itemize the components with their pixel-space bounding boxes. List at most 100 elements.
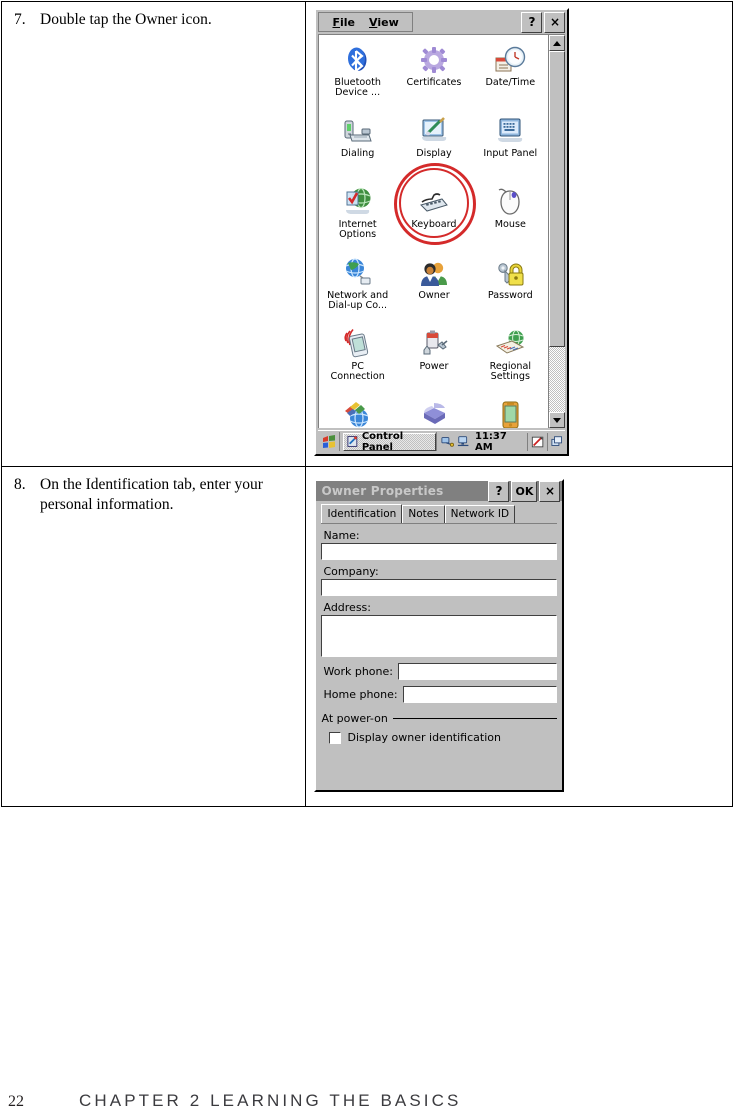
step-7-body: Double tap the Owner icon. — [40, 11, 212, 28]
icon-grid: Bluetooth Device ... Certificates Date/Tim… — [319, 35, 548, 428]
windows-tray-icon[interactable] — [551, 435, 564, 449]
scroll-up-icon — [553, 40, 562, 46]
close-button[interactable]: × — [544, 11, 566, 33]
certificates-icon-label: Certificates — [406, 77, 462, 88]
key-lock-icon — [494, 253, 526, 289]
scroll-down-icon — [553, 417, 562, 423]
step-7-image-cell: File View ? × Bluetooth Device ... Certif… — [305, 1, 733, 467]
step-8-body: On the Identification tab, enter your pe… — [40, 476, 263, 513]
power-icon[interactable]: Power — [396, 324, 472, 395]
display-owner-identification-label: Display owner identification — [347, 731, 501, 744]
internet-options-icon-label: Internet Options — [338, 219, 377, 241]
internet-options-icon[interactable]: Internet Options — [319, 182, 395, 253]
storage-manager-icon[interactable]: Storage Manager — [396, 395, 472, 428]
tray-separator-2 — [547, 432, 549, 451]
control-panel-screenshot: File View ? × Bluetooth Device ... Certif… — [306, 2, 732, 466]
password-icon-label: Password — [487, 290, 533, 301]
mouse-icon[interactable]: Mouse — [472, 182, 548, 253]
at-power-on-group-header: At power-on — [321, 712, 558, 725]
group-divider-line — [392, 717, 558, 720]
name-field[interactable] — [321, 543, 558, 560]
company-field-label: Company: — [323, 565, 379, 578]
address-field[interactable] — [321, 615, 558, 657]
step-8: 8. On the Identification tab, enter your… — [2, 467, 305, 525]
remove-programs-icon[interactable]: Remove Programs — [319, 395, 395, 428]
desktop-tray-icon[interactable] — [457, 435, 470, 448]
password-icon[interactable]: Password — [472, 253, 548, 324]
date-time-icon-label: Date/Time — [485, 77, 536, 88]
tab-notes[interactable]: Notes — [402, 505, 445, 523]
file-menu-label: ile — [340, 15, 356, 29]
step-8-number: 8. — [14, 476, 26, 493]
menu-bar: File View — [318, 12, 413, 32]
owner-properties-titlebar: Owner Properties ? OK × — [316, 480, 563, 502]
phone-modem-icon — [342, 111, 374, 147]
taskbar-task-control-panel[interactable]: Control Panel — [343, 430, 436, 453]
start-button[interactable] — [319, 432, 341, 451]
dialing-icon[interactable]: Dialing — [319, 111, 395, 182]
control-panel-titlebar: File View ? × — [316, 10, 568, 33]
bluetooth-device-icon[interactable]: Bluetooth Device ... — [319, 40, 395, 111]
owner-icon[interactable]: Owner — [396, 253, 472, 324]
display-icon[interactable]: Display — [396, 111, 472, 182]
keyboard-icon[interactable]: Keyboard — [396, 182, 472, 253]
scrollbar-track[interactable] — [549, 51, 566, 412]
step-7-number: 7. — [14, 11, 26, 28]
stylus-tray-icon[interactable] — [531, 435, 544, 449]
display-owner-identification-row[interactable]: Display owner identification — [329, 731, 557, 744]
at-power-on-label: At power-on — [321, 712, 388, 725]
regional-settings-icon[interactable]: Regional Settings — [472, 324, 548, 395]
handheld-signal-icon — [342, 324, 374, 360]
globe-blocks-icon — [342, 395, 374, 428]
view-menu-label: iew — [377, 15, 399, 29]
certificates-icon[interactable]: Certificates — [396, 40, 472, 111]
company-field[interactable] — [321, 579, 558, 596]
vertical-scrollbar[interactable] — [548, 35, 566, 428]
display-owner-identification-checkbox[interactable] — [329, 731, 342, 744]
name-field-label: Name: — [323, 529, 360, 542]
pc-connection-icon[interactable]: PC Connection — [319, 324, 395, 395]
input-panel-icon[interactable]: Input Panel — [472, 111, 548, 182]
owner-properties-title: Owner Properties — [321, 484, 444, 498]
file-menu[interactable]: File — [325, 16, 362, 29]
tab-network-id[interactable]: Network ID — [444, 505, 516, 523]
control-panel-window: File View ? × Bluetooth Device ... Certif… — [314, 8, 570, 456]
footer-chapter-title: CHAPTER 2 LEARNING THE BASICS — [79, 1091, 462, 1110]
network-dialup-icon[interactable]: Network and Dial-up Co... — [319, 253, 395, 324]
network-tray-icon[interactable] — [441, 435, 454, 448]
tab-identification[interactable]: Identification — [321, 504, 403, 523]
certificate-gear-icon — [418, 40, 450, 76]
instruction-steps-table: 7. Double tap the Owner icon. File View … — [0, 1, 733, 807]
stylus-icon[interactable]: Stylus — [472, 395, 548, 428]
taskbar: Control Panel 11:37 AM — [318, 430, 566, 453]
date-time-icon[interactable]: Date/Time — [472, 40, 548, 111]
table-row-step-8: 8. On the Identification tab, enter your… — [0, 466, 733, 807]
scroll-up-arrow[interactable] — [549, 35, 566, 51]
mouse-icon — [494, 182, 526, 218]
regional-settings-icon-label: Regional Settings — [489, 361, 531, 383]
system-tray: 11:37 AM — [435, 430, 565, 453]
control-panel-client-area: Bluetooth Device ... Certificates Date/Tim… — [318, 34, 566, 428]
address-field-label: Address: — [323, 601, 371, 614]
work-phone-field-label: Work phone: — [323, 665, 393, 678]
close-button[interactable]: × — [539, 480, 561, 502]
help-button[interactable]: ? — [521, 11, 543, 33]
keyboard-icon — [418, 182, 450, 218]
scroll-down-arrow[interactable] — [549, 412, 566, 428]
page-footer: 22 CHAPTER 2 LEARNING THE BASICS — [0, 1091, 736, 1111]
scrollbar-thumb[interactable] — [549, 51, 566, 348]
dialing-icon-label: Dialing — [340, 148, 375, 159]
view-menu[interactable]: View — [362, 16, 406, 29]
clock-calendar-icon — [494, 40, 526, 76]
work-phone-field[interactable] — [397, 663, 558, 680]
home-phone-field[interactable] — [402, 686, 558, 703]
keyboard-icon-label: Keyboard — [411, 219, 457, 230]
taskbar-task-label: Control Panel — [361, 430, 404, 453]
taskbar-clock: 11:37 AM — [475, 430, 507, 453]
work-phone-row: Work phone: — [321, 663, 558, 680]
bluetooth-icon — [342, 40, 374, 76]
home-phone-row: Home phone: — [321, 686, 558, 703]
ok-button[interactable]: OK — [511, 480, 538, 502]
tray-separator — [526, 432, 528, 451]
help-button[interactable]: ? — [488, 480, 510, 502]
